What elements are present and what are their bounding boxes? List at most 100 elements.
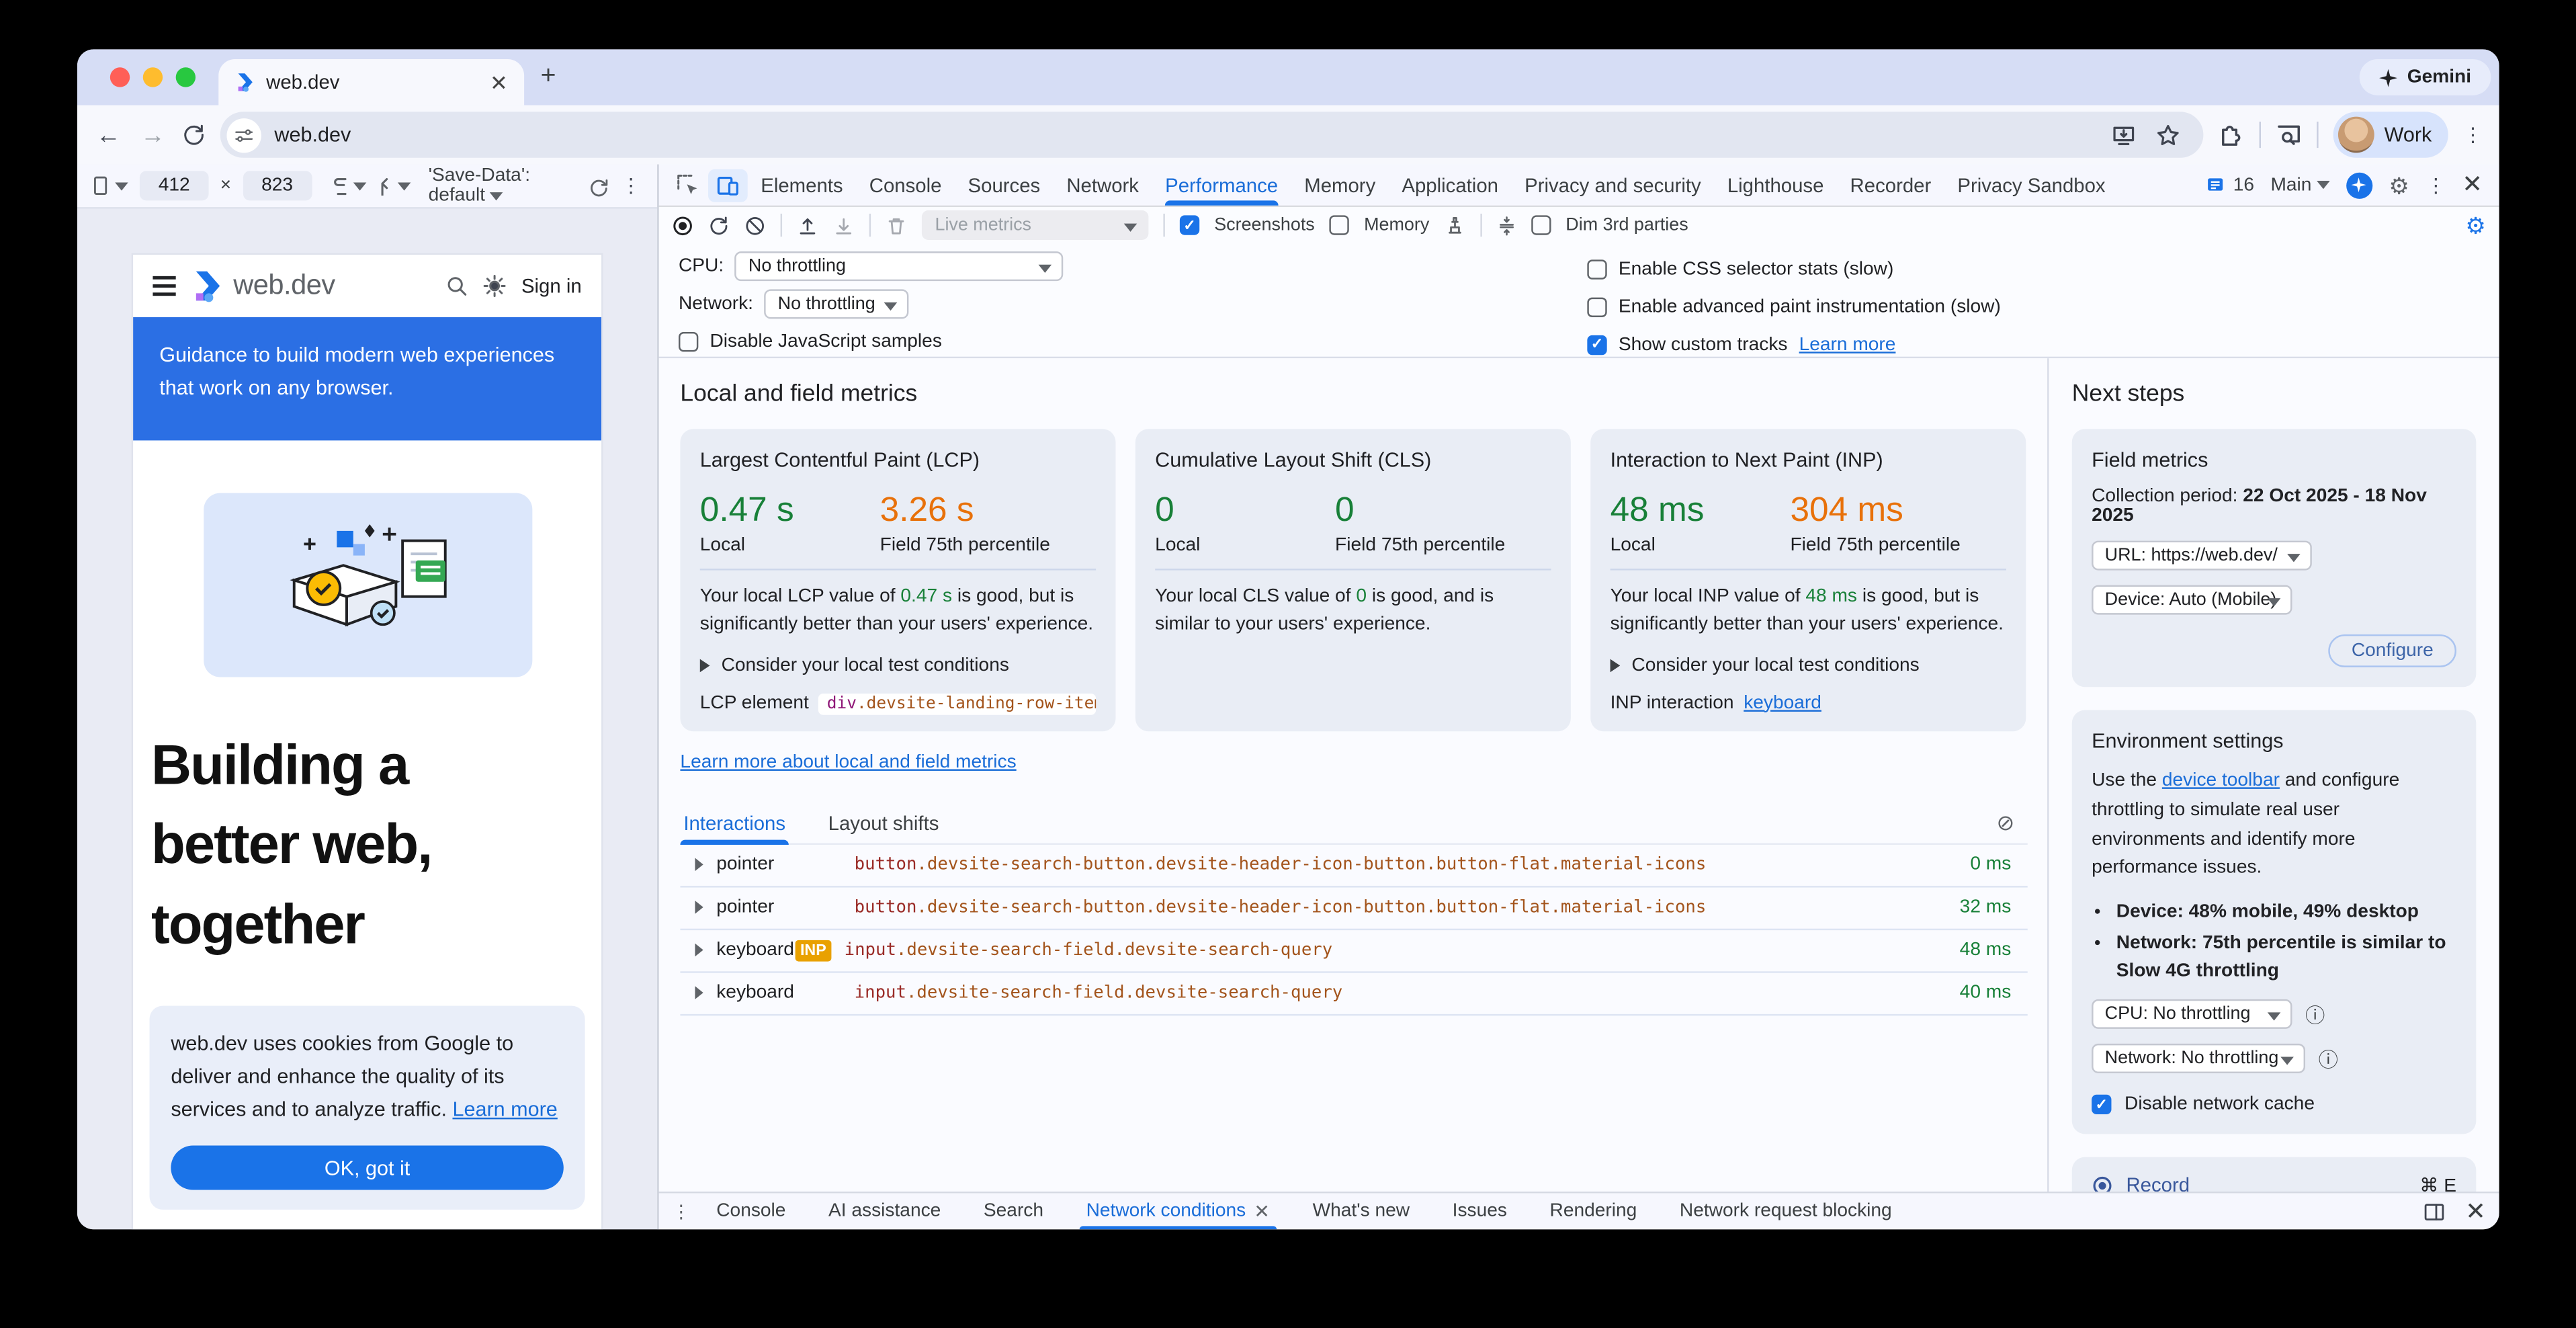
field-device-select[interactable]: Device: Auto (Mobile) <box>2092 585 2292 615</box>
bookmark-star-icon[interactable] <box>2156 122 2181 147</box>
inspect-element-icon[interactable] <box>669 169 708 202</box>
device-dimensions-dropdown[interactable] <box>93 176 128 196</box>
interaction-row[interactable]: pointer button.devsite-search-button.dev… <box>680 844 2027 887</box>
tab-application[interactable]: Application <box>1389 165 1512 206</box>
configure-button[interactable]: Configure <box>2329 634 2456 667</box>
inp-test-conditions-disclosure[interactable]: Consider your local test conditions <box>1611 655 2006 675</box>
drawer-tab-search[interactable]: Search <box>977 1193 1050 1229</box>
gemini-button[interactable]: Gemini <box>2360 59 2491 95</box>
tab-performance[interactable]: Performance <box>1152 165 1291 206</box>
drawer-tab-whats-new[interactable]: What's new <box>1306 1193 1416 1229</box>
inp-interaction-link[interactable]: keyboard <box>1744 693 1821 712</box>
dock-side-icon[interactable] <box>2424 1200 2446 1222</box>
zoom-window-button[interactable] <box>176 67 196 87</box>
drawer-tab-rendering[interactable]: Rendering <box>1543 1193 1643 1229</box>
back-button[interactable]: ← <box>93 121 123 149</box>
profile-button[interactable]: Work <box>2333 112 2448 157</box>
browser-menu-icon[interactable]: ⋮ <box>2463 123 2483 146</box>
cookie-learn-more-link[interactable]: Learn more <box>452 1098 557 1121</box>
cpu-throttling-select[interactable]: No throttling <box>735 251 1064 281</box>
toggle-device-toolbar-icon[interactable] <box>708 169 748 202</box>
metrics-learn-more-link[interactable]: Learn more about local and field metrics <box>680 752 1016 772</box>
expand-caret-icon[interactable] <box>695 986 703 999</box>
tab-network[interactable]: Network <box>1054 165 1152 206</box>
close-window-button[interactable] <box>110 67 130 87</box>
site-logo[interactable]: web.dev <box>191 269 431 302</box>
lcp-test-conditions-disclosure[interactable]: Consider your local test conditions <box>700 655 1096 675</box>
reload-button[interactable] <box>182 123 205 146</box>
sign-in-button[interactable]: Sign in <box>521 274 582 297</box>
custom-tracks-learn-more-link[interactable]: Learn more <box>1799 335 1896 354</box>
viewport-height-input[interactable]: 823 <box>243 171 312 200</box>
drawer-menu-icon[interactable]: ⋮ <box>672 1200 690 1222</box>
context-selector[interactable]: Main <box>2270 175 2329 194</box>
issues-counter[interactable]: 16 <box>2207 175 2254 194</box>
viewport-width-input[interactable]: 412 <box>140 171 209 200</box>
save-data-dropdown[interactable]: 'Save-Data': default <box>429 166 574 206</box>
drawer-tab-network-conditions[interactable]: Network conditions✕ <box>1080 1193 1277 1229</box>
env-network-select[interactable]: Network: No throttling <box>2092 1044 2305 1074</box>
devtools-menu-icon[interactable]: ⋮ <box>2426 173 2446 196</box>
address-bar[interactable]: web.dev <box>220 112 2204 157</box>
interaction-row[interactable]: pointer button.devsite-search-button.dev… <box>680 886 2027 929</box>
env-cpu-select[interactable]: CPU: No throttling <box>2092 1000 2292 1030</box>
delete-recording-icon[interactable] <box>886 214 907 236</box>
site-search-icon[interactable] <box>445 274 468 297</box>
capture-settings-icon[interactable]: ⚙ <box>2465 211 2486 239</box>
custom-tracks-checkbox[interactable] <box>1587 335 1606 354</box>
tab-lighthouse[interactable]: Lighthouse <box>1714 165 1837 206</box>
paint-instrumentation-checkbox[interactable] <box>1587 296 1606 316</box>
close-drawer-icon[interactable]: ✕ <box>2465 1199 2486 1224</box>
clear-interactions-icon[interactable]: ⊘ <box>1997 811 2028 837</box>
hamburger-menu-icon[interactable] <box>153 276 175 296</box>
cookie-ok-button[interactable]: OK, got it <box>171 1146 563 1190</box>
screenshots-checkbox[interactable] <box>1180 215 1199 235</box>
field-url-select[interactable]: URL: https://web.dev/ <box>2092 541 2312 571</box>
save-profile-icon[interactable] <box>833 214 855 236</box>
device-toolbar-link[interactable]: device toolbar <box>2162 771 2280 790</box>
record-and-reload-icon[interactable] <box>708 214 730 236</box>
close-drawer-tab-icon[interactable]: ✕ <box>1254 1200 1270 1222</box>
drawer-tab-console[interactable]: Console <box>710 1193 792 1229</box>
new-tab-button[interactable]: + <box>541 63 556 92</box>
record-icon[interactable] <box>672 214 693 236</box>
rotate-viewport-icon[interactable] <box>588 175 609 196</box>
lcp-element-chip[interactable]: div.devsite-landing-row-item-d… <box>819 693 1097 714</box>
collapse-sections-icon[interactable] <box>1497 214 1516 236</box>
cpu-info-icon[interactable]: ⓘ <box>2305 1001 2325 1029</box>
disable-network-cache-checkbox[interactable] <box>2092 1095 2111 1114</box>
zoom-level-dropdown[interactable] <box>333 177 366 195</box>
drawer-tab-ai-assistance[interactable]: AI assistance <box>822 1193 947 1229</box>
devtools-close-icon[interactable]: ✕ <box>2462 173 2483 198</box>
install-app-icon[interactable] <box>2112 122 2137 147</box>
minimize-window-button[interactable] <box>143 67 163 87</box>
dim-3rd-parties-checkbox[interactable] <box>1531 215 1551 235</box>
load-profile-icon[interactable] <box>797 214 818 236</box>
garbage-collect-icon[interactable] <box>1444 214 1465 236</box>
network-info-icon[interactable]: ⓘ <box>2319 1045 2338 1073</box>
tab-privacy-sandbox[interactable]: Privacy Sandbox <box>1944 165 2118 206</box>
memory-checkbox[interactable] <box>1330 215 1349 235</box>
record-button[interactable]: Record ⌘ E <box>2072 1157 2477 1192</box>
tab-memory[interactable]: Memory <box>1291 165 1389 206</box>
tab-layout-shifts[interactable]: Layout shifts <box>825 804 943 842</box>
tab-elements[interactable]: Elements <box>748 165 856 206</box>
drawer-tab-issues[interactable]: Issues <box>1446 1193 1514 1229</box>
site-settings-icon[interactable] <box>226 118 261 152</box>
tab-recorder[interactable]: Recorder <box>1837 165 1944 206</box>
device-toolbar-menu-icon[interactable]: ⋮ <box>621 174 640 197</box>
expand-caret-icon[interactable] <box>695 858 703 872</box>
css-selector-stats-checkbox[interactable] <box>1587 259 1606 278</box>
theme-toggle-icon[interactable] <box>484 274 507 297</box>
tab-console[interactable]: Console <box>856 165 955 206</box>
browser-tab[interactable]: web.dev ✕ <box>218 59 524 105</box>
search-tabs-icon[interactable] <box>2276 122 2302 148</box>
forward-button[interactable]: → <box>138 121 167 149</box>
tab-sources[interactable]: Sources <box>955 165 1054 206</box>
tab-close-icon[interactable]: ✕ <box>490 71 508 93</box>
interaction-row[interactable]: keyboard INP input.devsite-search-field.… <box>680 929 2027 972</box>
tab-privacy-security[interactable]: Privacy and security <box>1512 165 1715 206</box>
tab-interactions[interactable]: Interactions <box>680 804 789 842</box>
extensions-icon[interactable] <box>2219 122 2245 148</box>
expand-caret-icon[interactable] <box>695 944 703 957</box>
